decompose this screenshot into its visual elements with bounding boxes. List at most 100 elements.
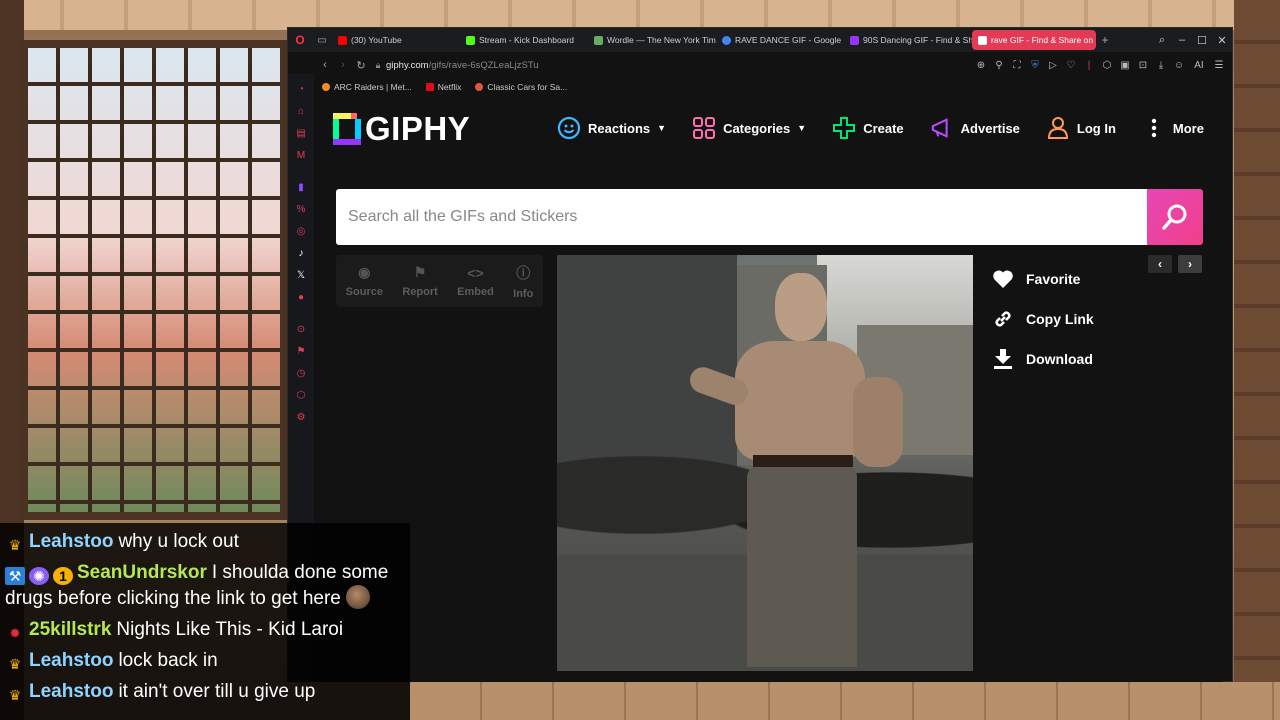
giphy-nav: Reactions ▼ Categories ▼ Create Advertis… — [557, 116, 1204, 140]
reload-icon[interactable]: ↻ — [352, 59, 370, 72]
tab-youtube[interactable]: (30) YouTube — [332, 30, 460, 50]
tab-giphy-rave[interactable]: rave GIF - Find & Share on — [972, 30, 1096, 50]
next-gif-button[interactable]: › — [1178, 255, 1202, 273]
google-icon — [722, 35, 731, 45]
netflix-icon — [425, 83, 434, 91]
classic-cars-icon — [475, 83, 484, 91]
crown-icon: ♛ — [8, 656, 22, 672]
gif-actions: Favorite Copy Link Download — [992, 268, 1094, 370]
x-twitter-icon[interactable]: 𝕏 — [288, 264, 314, 286]
nav-more[interactable]: More — [1142, 116, 1204, 140]
megaphone-icon — [930, 116, 954, 140]
gif-image[interactable] — [557, 255, 973, 671]
zoom-icon[interactable]: ⊕ — [974, 60, 988, 71]
vk-icon[interactable]: ● — [288, 286, 314, 308]
tab-google[interactable]: RAVE DANCE GIF - Google — [716, 30, 844, 50]
bookmark-arc-raiders[interactable]: ARC Raiders | Met... — [322, 82, 412, 92]
percent-icon[interactable]: % — [288, 198, 314, 220]
gift-badge-icon: 1 — [53, 567, 73, 585]
wooden-wall — [1234, 0, 1280, 720]
settings-icon[interactable]: ⚙ — [288, 406, 314, 428]
action-label: Download — [1026, 351, 1093, 367]
embed-button[interactable]: <> Embed — [457, 265, 494, 298]
bookmark-netflix[interactable]: Netflix — [425, 82, 461, 92]
nav-advertise[interactable]: Advertise — [930, 116, 1020, 140]
grid-icon — [692, 116, 716, 140]
favorite-button[interactable]: Favorite — [992, 268, 1094, 290]
nav-categories[interactable]: Categories ▼ — [692, 116, 806, 140]
chat-text: why u lock out — [118, 531, 239, 552]
url-host: giphy.com — [386, 59, 429, 71]
opera-logo-icon[interactable]: O — [288, 28, 312, 52]
bookmark-label: Classic Cars for Sa... — [487, 82, 568, 92]
tab-title: 90S Dancing GIF - Find & Share — [863, 35, 972, 45]
wallet-icon[interactable]: ▣ — [1118, 60, 1132, 71]
pin-icon[interactable]: ⚲ — [992, 60, 1006, 71]
history-icon[interactable]: ◷ — [288, 362, 314, 384]
tab-title: RAVE DANCE GIF - Google — [735, 35, 842, 45]
bookmark-classic-cars[interactable]: Classic Cars for Sa... — [475, 82, 567, 92]
news-icon[interactable]: ▤ — [288, 122, 314, 144]
download-button[interactable]: Download — [992, 348, 1094, 370]
tab-giphy-90s[interactable]: 90S Dancing GIF - Find & Share — [844, 30, 972, 50]
ai-label[interactable]: AI — [1190, 60, 1208, 71]
wordle-icon — [594, 35, 603, 45]
pinboard-icon[interactable]: ⚑ — [288, 340, 314, 362]
extensions-sidebar-icon[interactable]: ⬡ — [288, 384, 314, 406]
player-icon[interactable]: ⊙ — [288, 318, 314, 340]
nav-create[interactable]: Create — [832, 116, 904, 140]
gmail-icon[interactable]: M — [288, 144, 314, 166]
new-tab-button[interactable]: + — [1096, 33, 1114, 47]
giphy-icon — [850, 35, 859, 45]
close-window-button[interactable]: ✕ — [1212, 34, 1232, 47]
ceiling — [0, 0, 1280, 30]
copy-link-button[interactable]: Copy Link — [992, 308, 1094, 330]
tab-title: Stream - Kick Dashboard — [479, 35, 574, 45]
nav-label: Advertise — [960, 120, 1020, 136]
account-icon[interactable]: ☺ — [1172, 60, 1186, 71]
chat-message: ♛ Leahstoo why u lock out — [5, 529, 405, 554]
play-icon[interactable]: ▷ — [1046, 60, 1060, 71]
tab-wordle[interactable]: Wordle — The New York Times — [588, 30, 716, 50]
info-button[interactable]: ⓘ Info — [513, 263, 533, 300]
snapshot-icon[interactable]: ⛶ — [1010, 60, 1024, 71]
chat-username: Leahstoo — [29, 681, 114, 702]
search-tabs-icon[interactable]: ⌕ — [1152, 34, 1172, 47]
menu-icon[interactable]: ☰ — [1212, 60, 1226, 71]
chat-text: it ain't over till u give up — [118, 681, 316, 702]
extensions-icon[interactable]: ⬡ — [1100, 60, 1114, 71]
youtube-icon — [338, 35, 347, 45]
lock-icon[interactable]: 🔒︎ — [370, 60, 386, 71]
back-icon[interactable]: ‹ — [316, 59, 334, 71]
maximize-button[interactable]: ☐ — [1192, 34, 1212, 47]
tiktok-icon[interactable]: ♪ — [288, 242, 314, 264]
previous-gif-button[interactable]: ‹ — [1148, 255, 1172, 273]
search-input[interactable] — [336, 189, 1147, 245]
twitch-icon[interactable]: ▮ — [288, 176, 314, 198]
speed-dial-icon[interactable]: ◔ — [288, 78, 314, 100]
window-controls: ⌕ – ☐ ✕ — [1152, 34, 1232, 47]
more-vertical-icon — [1142, 116, 1166, 140]
download-icon[interactable]: ⤓ — [1154, 60, 1168, 71]
chevron-down-icon: ▼ — [657, 123, 667, 133]
aria-icon[interactable]: ⌂ — [288, 100, 314, 122]
logo-text: GIPHY — [365, 110, 471, 147]
source-button[interactable]: ◉ Source — [346, 264, 383, 298]
search-button[interactable] — [1147, 189, 1203, 245]
url-field[interactable]: giphy.com/gifs/rave-6sQZLeaLjzSTu — [386, 60, 974, 71]
tab-kick[interactable]: Stream - Kick Dashboard — [460, 30, 588, 50]
instagram-icon[interactable]: ◎ — [288, 220, 314, 242]
nav-reactions[interactable]: Reactions ▼ — [557, 116, 666, 140]
giphy-logo[interactable]: GIPHY — [333, 110, 470, 148]
address-bar-tools: ⊕ ⚲ ⛶ ⛨ ▷ ♡ | ⬡ ▣ ⊡ ⤓ ☺ AI ☰ — [974, 60, 1232, 71]
tab-menu-icon[interactable]: ▭ — [312, 35, 332, 46]
forward-icon[interactable]: › — [334, 59, 352, 71]
crown-icon: ♛ — [8, 537, 22, 553]
report-button[interactable]: ⚑ Report — [402, 264, 437, 298]
heart-icon[interactable]: ♡ — [1064, 60, 1078, 71]
minimize-button[interactable]: – — [1172, 34, 1192, 47]
giphy-icon — [978, 35, 987, 45]
shield-icon[interactable]: ⛨ — [1028, 60, 1042, 71]
lock-vault-icon[interactable]: ⊡ — [1136, 60, 1150, 71]
nav-login[interactable]: Log In — [1046, 116, 1116, 140]
